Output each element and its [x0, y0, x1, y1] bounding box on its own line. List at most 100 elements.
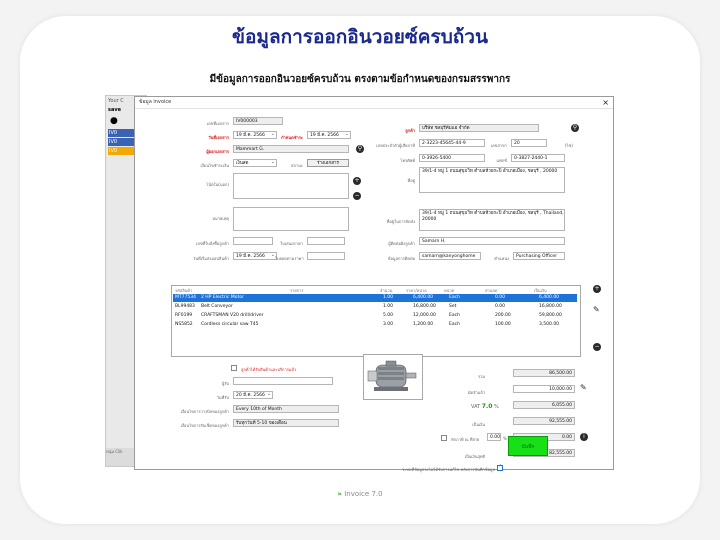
vat-text: VAT 7.0 %	[471, 403, 499, 410]
info-icon[interactable]: i	[580, 433, 588, 441]
vat-percent: %	[494, 404, 499, 410]
net-field: 92,555.00	[513, 417, 575, 425]
status-button[interactable]: ร่างเอกสาร	[307, 159, 349, 167]
col-header-item: รายการ	[290, 288, 304, 293]
received-checkbox[interactable]	[231, 365, 237, 371]
cell-discount: 100.00	[495, 322, 511, 327]
ship-label: ที่อยู่ในการจัดส่ง	[386, 219, 415, 224]
col-header-amount: เป็นเงิน	[534, 288, 547, 293]
phone-field[interactable]: 0-3926-5400	[419, 154, 485, 162]
cell-code: RF0199	[175, 313, 193, 318]
pay-cond-field[interactable]: รับทุกวันที่ 5-10 ของเดือน	[233, 419, 339, 427]
doc-no-field[interactable]: IV000003	[233, 117, 283, 125]
save-button[interactable]: บันทึก	[508, 436, 548, 456]
confirm-checkbox[interactable]	[497, 463, 503, 471]
add-icon[interactable]: +	[353, 177, 361, 185]
deposit-field[interactable]: 10,000.00	[513, 385, 575, 393]
cell-unit: Each	[449, 295, 460, 300]
recv-date-picker[interactable]: 20 มี.ค. 2566	[233, 391, 273, 399]
status-label: สถานะ	[291, 163, 303, 168]
delivery-date-picker[interactable]: 19 มี.ค. 2566	[233, 252, 277, 260]
table-row[interactable]: RF0199 CRAFTSMAN V20 drill/driver 5.00 1…	[173, 312, 577, 320]
address-label: ที่อยู่	[407, 178, 415, 183]
remove-icon[interactable]: −	[353, 192, 361, 200]
wht-percent: %	[503, 436, 507, 441]
branch-suffix: (ไซ)	[565, 143, 573, 148]
po-field[interactable]	[233, 237, 273, 245]
cell-code: MT77534	[175, 295, 196, 300]
branch-label: เลขสาขา	[490, 143, 507, 148]
ref-label: ใบยอดตามราคา	[275, 256, 304, 261]
address-field[interactable]: 39/1-4 หมู่ 1 ถนนสุขุมวิท ตำบลห้วยกะปิ อ…	[419, 167, 565, 193]
receiver-field[interactable]	[233, 377, 333, 385]
add-row-icon[interactable]: +	[593, 285, 601, 293]
remark-field[interactable]	[233, 207, 349, 231]
cell-amount: 16,800.00	[539, 304, 562, 309]
wht-label: หักภาษี ณ ที่จ่าย	[451, 437, 480, 442]
cell-qty: 1.00	[383, 304, 394, 309]
vat-rate[interactable]: 7.0	[482, 403, 493, 410]
position-label: ตำแหน่ง	[494, 256, 509, 261]
pay-cond-label: เงื่อนไขการรับเช็คของลูกค้า	[180, 423, 229, 428]
table-row[interactable]: BL99483 Belt Conveyor 1.00 16,800.00 Set…	[173, 303, 577, 311]
contact-field[interactable]: Samarn H.	[419, 237, 565, 245]
cell-price: 12,000.00	[413, 313, 436, 318]
fax-field[interactable]: 0-3827-2440-1	[511, 154, 565, 162]
doc-date-picker[interactable]: 19 มี.ค. 2566	[233, 131, 277, 139]
wht-rate-field[interactable]: 0.00	[487, 433, 501, 441]
page-title: ข้อมูลการออกอินวอยซ์ครบถ้วน	[232, 26, 488, 48]
table-row[interactable]: NS5852 Cordless circular saw T45 3.00 1,…	[173, 321, 577, 329]
recv-date-label: วันที่รับ	[216, 395, 229, 400]
received-label: ลูกค้าได้รับสินค้าและบริการแล้ว	[241, 367, 297, 372]
vat-label: VAT	[471, 404, 481, 410]
customer-search-icon[interactable]: ⚲	[571, 124, 579, 132]
bill-cond-field[interactable]: Every 10th of Month	[233, 405, 339, 413]
due-date-picker[interactable]: 19 มี.ค. 2566	[307, 131, 351, 139]
fax-label: แฟกซ์	[496, 158, 507, 163]
email-field[interactable]: samarn@kanyonghome	[419, 252, 481, 260]
cell-item: Cordless circular saw T45	[201, 322, 259, 327]
cell-qty: 3.00	[383, 322, 394, 327]
col-header-discount: ส่วนลด	[485, 288, 498, 293]
quote-field[interactable]	[307, 237, 345, 245]
cell-code: NS5852	[175, 322, 193, 327]
ship-address-field[interactable]: 39/1-4 หมู่ 1 ถนนสุขุมวิท ตำบลห้วยกะปิ อ…	[419, 209, 565, 231]
wht-checkbox[interactable]	[441, 435, 447, 441]
confirm-label: ระบบที่ข้อมูลจะไม่ได้รับการแก้ไข หลังการ…	[402, 467, 495, 472]
cell-amount: 6,400.00	[539, 295, 560, 300]
doc-date-label: วันที่เอกสาร	[208, 135, 229, 140]
product-image	[363, 354, 423, 400]
branch-field[interactable]: 20	[511, 139, 547, 147]
note-field[interactable]	[233, 173, 349, 199]
col-header-qty: จำนวน	[380, 288, 393, 293]
chevron-right-icon: »	[337, 490, 342, 498]
due-date-label: กำหนดชำระ	[281, 135, 303, 140]
cell-price: 1,200.00	[413, 322, 434, 327]
edit-row-icon[interactable]: ✎	[593, 305, 600, 314]
cell-unit: Each	[449, 322, 460, 327]
net-label: เป็นเงิน	[472, 422, 485, 427]
sum-field: 86,500.00	[513, 369, 575, 377]
ref-field[interactable]	[307, 252, 345, 260]
page-subtitle: มีข้อมูลการออกอินวอยซ์ครบถ้วน ตรงตามข้อก…	[209, 74, 511, 85]
deposit-label: มัดจำแล้ว	[467, 390, 485, 395]
items-table: รหัสสินค้า รายการ จำนวน ราคา/หน่วย หน่วย…	[171, 285, 581, 357]
cell-qty: 1.00	[383, 295, 394, 300]
vat-field: 6,055.00	[513, 401, 575, 409]
edit-deposit-icon[interactable]: ✎	[580, 383, 587, 392]
col-header-code: รหัสสินค้า	[175, 288, 193, 293]
close-icon[interactable]: ×	[602, 97, 609, 108]
payment-select[interactable]: เงินสด	[233, 159, 277, 167]
table-row[interactable]: MT77534 2 HP Electric Motor 1.00 6,400.0…	[173, 294, 577, 302]
cell-discount: 200.00	[495, 313, 511, 318]
cell-price: 6,400.00	[413, 295, 434, 300]
contact-label: ผู้ติดต่อฝั่งลูกค้า	[388, 241, 415, 246]
taxid-field[interactable]: 2-3223-45645-44-9	[419, 139, 485, 147]
customer-field[interactable]: บริษัท ชลบุรีคัมแอ จำกัด	[419, 124, 539, 132]
cell-item: Belt Conveyor	[201, 304, 233, 309]
issuer-field[interactable]: Mammart G.	[233, 145, 349, 153]
cell-amount: 3,500.00	[539, 322, 560, 327]
position-field[interactable]: Purchasing Officer	[513, 252, 565, 260]
remove-row-icon[interactable]: −	[593, 343, 601, 351]
doc-no-label: เลขที่เอกสาร	[206, 121, 229, 126]
